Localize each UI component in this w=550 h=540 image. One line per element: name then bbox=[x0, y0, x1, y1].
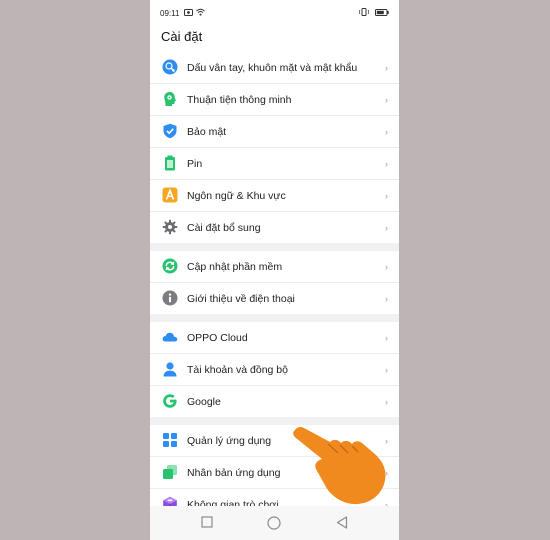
recents-square-icon[interactable] bbox=[201, 516, 213, 528]
back-triangle-icon[interactable] bbox=[336, 516, 348, 529]
chevron-right-icon: › bbox=[385, 190, 388, 201]
settings-group-system: Cập nhật phần mềm › Giới thiệu về điện t… bbox=[150, 251, 399, 314]
chevron-right-icon: › bbox=[385, 364, 388, 375]
settings-item-label: Ngôn ngữ & Khu vực bbox=[187, 189, 286, 202]
shield-icon bbox=[163, 123, 177, 139]
clone-icon bbox=[163, 465, 177, 479]
settings-item-label: OPPO Cloud bbox=[187, 331, 248, 344]
settings-item-smart-convenience[interactable]: Thuận tiện thông minh › bbox=[150, 84, 399, 116]
settings-item-label: Thuận tiện thông minh bbox=[187, 93, 292, 106]
settings-item-language-region[interactable]: Ngôn ngữ & Khu vực › bbox=[150, 180, 399, 212]
settings-item-label: Cập nhật phần mềm bbox=[187, 260, 283, 273]
chevron-right-icon: › bbox=[385, 126, 388, 137]
battery-icon bbox=[165, 155, 175, 171]
chevron-right-icon: › bbox=[385, 158, 388, 169]
page-title: Cài đặt bbox=[161, 29, 203, 44]
settings-item-software-update[interactable]: Cập nhật phần mềm › bbox=[150, 251, 399, 283]
chevron-right-icon: › bbox=[385, 62, 388, 73]
vibrate-icon bbox=[359, 8, 369, 16]
google-icon bbox=[163, 394, 177, 408]
status-notification-icons bbox=[184, 8, 205, 16]
settings-item-fingerprint-face-password[interactable]: Dấu vân tay, khuôn mặt và mật khẩu › bbox=[150, 52, 399, 84]
info-icon bbox=[162, 290, 178, 306]
camera-notification-icon bbox=[184, 9, 193, 16]
apps-grid-icon bbox=[163, 433, 177, 447]
chevron-right-icon: › bbox=[385, 293, 388, 304]
settings-item-label: Cài đặt bổ sung bbox=[187, 221, 261, 234]
settings-item-label: Pin bbox=[187, 157, 203, 170]
settings-item-label: Dấu vân tay, khuôn mặt và mật khẩu bbox=[187, 61, 358, 74]
group-divider bbox=[150, 314, 399, 322]
status-bar: 09:11 bbox=[150, 0, 399, 26]
chevron-right-icon: › bbox=[385, 396, 388, 407]
pointing-hand-icon bbox=[293, 426, 386, 505]
navigation-bar bbox=[150, 506, 399, 540]
settings-item-label: Bảo mật bbox=[187, 125, 227, 138]
settings-item-label: Google bbox=[187, 395, 221, 408]
settings-item-about-phone[interactable]: Giới thiệu về điện thoại › bbox=[150, 283, 399, 314]
fingerprint-icon bbox=[162, 59, 178, 75]
settings-item-label: Giới thiệu về điện thoại bbox=[187, 292, 295, 305]
chevron-right-icon: › bbox=[385, 261, 388, 272]
settings-item-battery[interactable]: Pin › bbox=[150, 148, 399, 180]
settings-item-accounts-sync[interactable]: Tài khoản và đồng bộ › bbox=[150, 354, 399, 386]
settings-item-label: Tài khoản và đồng bộ bbox=[187, 363, 288, 376]
cloud-icon bbox=[162, 332, 178, 342]
settings-item-label: Nhân bản ứng dụng bbox=[187, 466, 281, 479]
group-divider bbox=[150, 417, 399, 425]
chevron-right-icon: › bbox=[385, 222, 388, 233]
page-header: Cài đặt bbox=[150, 26, 399, 52]
gear-icon bbox=[162, 219, 178, 235]
settings-item-security[interactable]: Bảo mật › bbox=[150, 116, 399, 148]
settings-item-additional-settings[interactable]: Cài đặt bổ sung › bbox=[150, 212, 399, 243]
chevron-right-icon: › bbox=[385, 94, 388, 105]
settings-item-google[interactable]: Google › bbox=[150, 386, 399, 417]
settings-group-security: Dấu vân tay, khuôn mặt và mật khẩu › Thu… bbox=[150, 52, 399, 243]
chevron-right-icon: › bbox=[385, 332, 388, 343]
person-icon bbox=[163, 362, 177, 377]
settings-group-accounts: OPPO Cloud › Tài khoản và đồng bộ › Goog… bbox=[150, 322, 399, 417]
home-circle-icon[interactable] bbox=[267, 516, 281, 530]
language-icon bbox=[162, 187, 178, 203]
update-icon bbox=[162, 258, 178, 274]
settings-item-label: Quản lý ứng dụng bbox=[187, 434, 272, 447]
settings-item-oppo-cloud[interactable]: OPPO Cloud › bbox=[150, 322, 399, 354]
group-divider bbox=[150, 243, 399, 251]
status-system-icons bbox=[359, 8, 389, 16]
wifi-icon bbox=[196, 8, 205, 16]
battery-status-icon bbox=[375, 8, 389, 16]
smart-head-icon bbox=[164, 92, 176, 106]
status-time: 09:11 bbox=[160, 9, 180, 18]
